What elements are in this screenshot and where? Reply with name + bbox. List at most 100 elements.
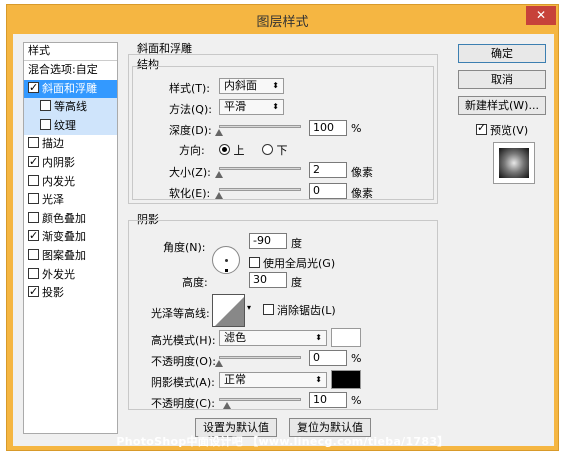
sidebar-item-label: 描边 xyxy=(42,137,64,151)
size-input[interactable]: 2 xyxy=(309,162,347,178)
shadow-mode-value: 正常 xyxy=(224,373,246,386)
direction-label: 方向: xyxy=(179,144,205,157)
highlight-mode-select[interactable]: 滤色 ⬍ xyxy=(219,330,327,346)
layer-style-dialog: 图层样式 ✕ 样式 混合选项:自定 斜面和浮雕 等高线 纹理 描边 内阴影 内发… xyxy=(6,4,559,451)
soften-slider[interactable] xyxy=(219,188,301,191)
sidebar-item-label: 外发光 xyxy=(42,267,75,281)
soften-label: 软化(E): xyxy=(169,187,211,200)
sidebar-item-outer-glow[interactable]: 外发光 xyxy=(24,266,117,285)
checkbox-icon[interactable] xyxy=(28,227,39,245)
checkbox-icon[interactable] xyxy=(249,257,260,268)
shadow-opacity-slider[interactable] xyxy=(219,398,301,401)
preview-checkbox[interactable]: 预览(V) xyxy=(476,121,529,138)
checkbox-icon[interactable] xyxy=(28,211,39,223)
shadow-opacity-label: 不透明度(C): xyxy=(151,397,215,410)
preview-thumbnail-frame xyxy=(493,142,535,184)
highlight-opacity-slider[interactable] xyxy=(219,356,301,359)
sidebar-item-gradient-overlay[interactable]: 渐变叠加 xyxy=(24,227,117,247)
checkbox-icon[interactable] xyxy=(28,283,39,301)
altitude-input[interactable]: 30 xyxy=(249,272,287,288)
preview-swatch xyxy=(499,148,529,178)
direction-up-radio[interactable]: 上 xyxy=(219,142,245,158)
angle-input[interactable]: -90 xyxy=(249,233,287,249)
soften-slider-thumb[interactable] xyxy=(215,192,223,199)
checkbox-icon[interactable] xyxy=(28,248,39,260)
radio-icon[interactable] xyxy=(262,144,273,155)
checkbox-icon[interactable] xyxy=(28,137,39,149)
checkbox-icon[interactable] xyxy=(28,174,39,186)
checkbox-icon[interactable] xyxy=(28,193,39,205)
checkbox-icon[interactable] xyxy=(28,153,39,171)
size-slider-thumb[interactable] xyxy=(215,171,223,178)
spinner-icon: ⬍ xyxy=(315,333,322,342)
anti-alias-checkbox[interactable]: 消除锯齿(L) xyxy=(263,302,336,318)
depth-unit: % xyxy=(351,122,362,135)
shadow-opacity-input[interactable]: 10 xyxy=(309,392,347,408)
shadow-opacity-thumb[interactable] xyxy=(223,402,232,409)
radio-icon[interactable] xyxy=(219,144,230,155)
style-select[interactable]: 内斜面 ⬍ xyxy=(219,78,284,94)
sidebar-item-satin[interactable]: 光泽 xyxy=(24,191,117,210)
gloss-contour-preview[interactable] xyxy=(212,294,245,327)
sidebar-item-bevel[interactable]: 斜面和浮雕 xyxy=(24,79,117,99)
highlight-mode-label: 高光模式(H): xyxy=(151,334,216,347)
sidebar-item-label: 等高线 xyxy=(54,100,87,114)
sidebar-item-pattern-overlay[interactable]: 图案叠加 xyxy=(24,247,117,266)
cancel-button[interactable]: 取消 xyxy=(458,70,546,89)
sidebar-item-inner-shadow[interactable]: 内阴影 xyxy=(24,153,117,173)
sidebar-item-contour[interactable]: 等高线 xyxy=(24,98,117,117)
checkbox-icon[interactable] xyxy=(476,121,487,135)
shadow-mode-select[interactable]: 正常 ⬍ xyxy=(219,372,327,388)
new-style-button[interactable]: 新建样式(W)... xyxy=(458,96,546,115)
sidebar-item-label: 颜色叠加 xyxy=(42,211,86,225)
styles-list: 样式 混合选项:自定 斜面和浮雕 等高线 纹理 描边 内阴影 内发光 光泽 xyxy=(23,42,118,434)
shadow-mode-label: 阴影模式(A): xyxy=(151,376,215,389)
checkbox-icon[interactable] xyxy=(28,267,39,279)
depth-input[interactable]: 100 xyxy=(309,120,347,136)
sidebar-item-label: 纹理 xyxy=(54,118,76,132)
shadow-color-swatch[interactable] xyxy=(331,370,361,389)
direction-down-radio[interactable]: 下 xyxy=(262,142,288,158)
angle-dial[interactable] xyxy=(212,246,240,274)
technique-select[interactable]: 平滑 ⬍ xyxy=(219,99,284,115)
checkbox-icon[interactable] xyxy=(28,79,39,97)
preview-label: 预览(V) xyxy=(490,124,529,137)
close-button[interactable]: ✕ xyxy=(526,6,556,25)
depth-slider[interactable] xyxy=(219,125,301,128)
blending-options-item[interactable]: 混合选项:自定 xyxy=(24,61,117,80)
global-light-checkbox[interactable]: 使用全局光(G) xyxy=(249,255,335,271)
altitude-label: 高度: xyxy=(182,276,208,289)
sidebar-item-label: 投影 xyxy=(42,286,64,300)
titlebar: 图层样式 ✕ xyxy=(7,5,558,33)
styles-header: 样式 xyxy=(24,43,117,61)
highlight-opacity-label: 不透明度(O): xyxy=(151,355,216,368)
highlight-opacity-input[interactable]: 0 xyxy=(309,350,347,366)
depth-label: 深度(D): xyxy=(169,124,212,137)
checkbox-icon[interactable] xyxy=(40,100,51,112)
highlight-opacity-thumb[interactable] xyxy=(215,360,223,367)
angle-label: 角度(N): xyxy=(163,241,206,254)
direction-up-label: 上 xyxy=(233,144,245,157)
altitude-unit: 度 xyxy=(291,276,302,289)
sidebar-item-label: 内发光 xyxy=(42,174,75,188)
highlight-color-swatch[interactable] xyxy=(331,328,361,347)
depth-slider-thumb[interactable] xyxy=(215,129,223,136)
sidebar-item-drop-shadow[interactable]: 投影 xyxy=(24,283,117,303)
highlight-opacity-unit: % xyxy=(351,352,362,365)
sidebar-item-color-overlay[interactable]: 颜色叠加 xyxy=(24,210,117,229)
gloss-contour-label: 光泽等高线: xyxy=(151,307,210,320)
checkbox-icon[interactable] xyxy=(40,118,51,130)
shadow-opacity-unit: % xyxy=(351,394,362,407)
sidebar-item-label: 图案叠加 xyxy=(42,248,86,262)
highlight-mode-value: 滤色 xyxy=(224,331,246,344)
sidebar-item-texture[interactable]: 纹理 xyxy=(24,116,117,136)
soften-input[interactable]: 0 xyxy=(309,183,347,199)
sidebar-item-stroke[interactable]: 描边 xyxy=(24,135,117,154)
technique-label: 方法(Q): xyxy=(169,103,212,116)
ok-button[interactable]: 确定 xyxy=(458,44,546,63)
checkbox-icon[interactable] xyxy=(263,304,274,315)
size-slider[interactable] xyxy=(219,167,301,170)
dialog-body: 样式 混合选项:自定 斜面和浮雕 等高线 纹理 描边 内阴影 内发光 光泽 xyxy=(13,34,554,446)
sidebar-item-inner-glow[interactable]: 内发光 xyxy=(24,173,117,192)
contour-dropdown-icon[interactable]: ▾ xyxy=(247,303,251,312)
